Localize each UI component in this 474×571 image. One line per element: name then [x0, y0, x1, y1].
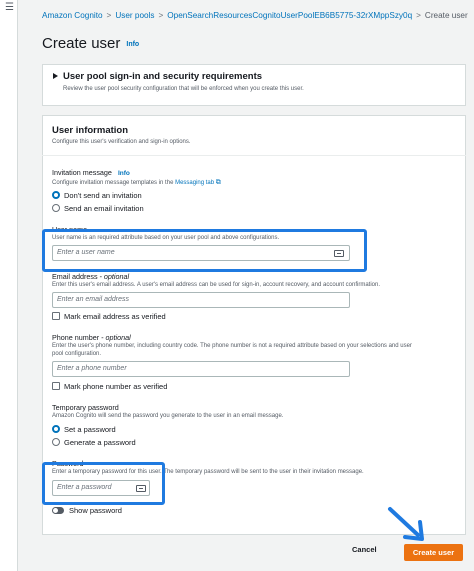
temp-password-description: Amazon Cognito will send the password yo… — [52, 413, 284, 419]
radio-generate-password[interactable] — [52, 438, 60, 446]
highlight-box — [42, 462, 165, 505]
invitation-description: Configure invitation message templates i… — [52, 179, 221, 187]
breadcrumb-separator: > — [158, 11, 164, 20]
checkbox-label[interactable]: Mark email address as verified — [64, 312, 166, 321]
toggle-label[interactable]: Show password — [69, 506, 122, 515]
phone-description-line2: pool configuration. — [52, 351, 102, 357]
info-link[interactable]: Info — [126, 41, 139, 48]
radio-label[interactable]: Don't send an invitation — [64, 191, 142, 200]
phone-description-line1: Enter the user's phone number, including… — [52, 343, 412, 349]
radio-dont-send-invitation[interactable] — [52, 191, 60, 199]
section-description: Configure this user's verification and s… — [52, 139, 191, 145]
email-label: Email address - optional — [52, 272, 129, 281]
phone-placeholder: Enter a phone number — [57, 365, 127, 372]
radio-label[interactable]: Generate a password — [64, 438, 136, 447]
optional-tag: - optional — [99, 272, 130, 281]
arrow-down-right-icon — [388, 507, 424, 541]
breadcrumb-cognito[interactable]: Amazon Cognito — [42, 11, 103, 20]
cancel-button[interactable]: Cancel — [352, 545, 377, 554]
create-user-button[interactable]: Create user — [404, 544, 463, 561]
breadcrumb-current: Create user — [424, 11, 468, 20]
phone-label-text: Phone number — [52, 333, 100, 342]
messaging-tab-link[interactable]: Messaging tab — [175, 180, 214, 186]
caret-right-icon[interactable] — [53, 73, 58, 79]
radio-set-password[interactable] — [52, 425, 60, 433]
email-label-text: Email address — [52, 272, 98, 281]
signin-panel-description: Review the user pool security configurat… — [63, 86, 304, 92]
divider — [42, 155, 466, 156]
email-input[interactable]: Enter an email address — [52, 292, 350, 308]
highlight-box — [42, 229, 367, 272]
page-title: Create user Info — [42, 35, 139, 52]
checkbox-label[interactable]: Mark phone number as verified — [64, 382, 167, 391]
email-placeholder: Enter an email address — [57, 296, 129, 303]
radio-label[interactable]: Send an email invitation — [64, 204, 144, 213]
external-link-icon: ⧉ — [215, 179, 221, 186]
breadcrumb-user-pools[interactable]: User pools — [115, 11, 154, 20]
phone-input[interactable]: Enter a phone number — [52, 361, 350, 377]
invitation-info-link[interactable]: Info — [118, 170, 130, 177]
signin-panel-title[interactable]: User pool sign-in and security requireme… — [63, 71, 262, 82]
mark-email-verified-checkbox[interactable] — [52, 312, 60, 320]
phone-label: Phone number - optional — [52, 333, 131, 342]
temp-password-label: Temporary password — [52, 403, 119, 412]
breadcrumb: Amazon Cognito > User pools > OpenSearchReso… — [42, 11, 468, 20]
breadcrumb-user-pool[interactable]: OpenSearchResourcesCognitoUserPoolEB6B57… — [167, 11, 412, 20]
invitation-label: Invitation message Info — [52, 168, 130, 177]
radio-label[interactable]: Set a password — [64, 425, 116, 434]
breadcrumb-separator: > — [106, 11, 112, 20]
breadcrumb-separator: > — [416, 11, 421, 20]
side-navigation-collapsed — [0, 0, 18, 571]
invitation-description-text: Configure invitation message templates i… — [52, 180, 174, 186]
radio-send-email-invitation[interactable] — [52, 204, 60, 212]
mark-phone-verified-checkbox[interactable] — [52, 382, 60, 390]
optional-tag: - optional — [101, 333, 131, 342]
menu-icon[interactable]: ☰ — [5, 3, 14, 13]
page-title-text: Create user — [42, 35, 121, 52]
email-description: Enter this user's email address. A user'… — [52, 282, 381, 288]
invitation-label-text: Invitation message — [52, 168, 112, 177]
show-password-toggle[interactable] — [52, 507, 64, 514]
section-title: User information — [52, 125, 129, 136]
